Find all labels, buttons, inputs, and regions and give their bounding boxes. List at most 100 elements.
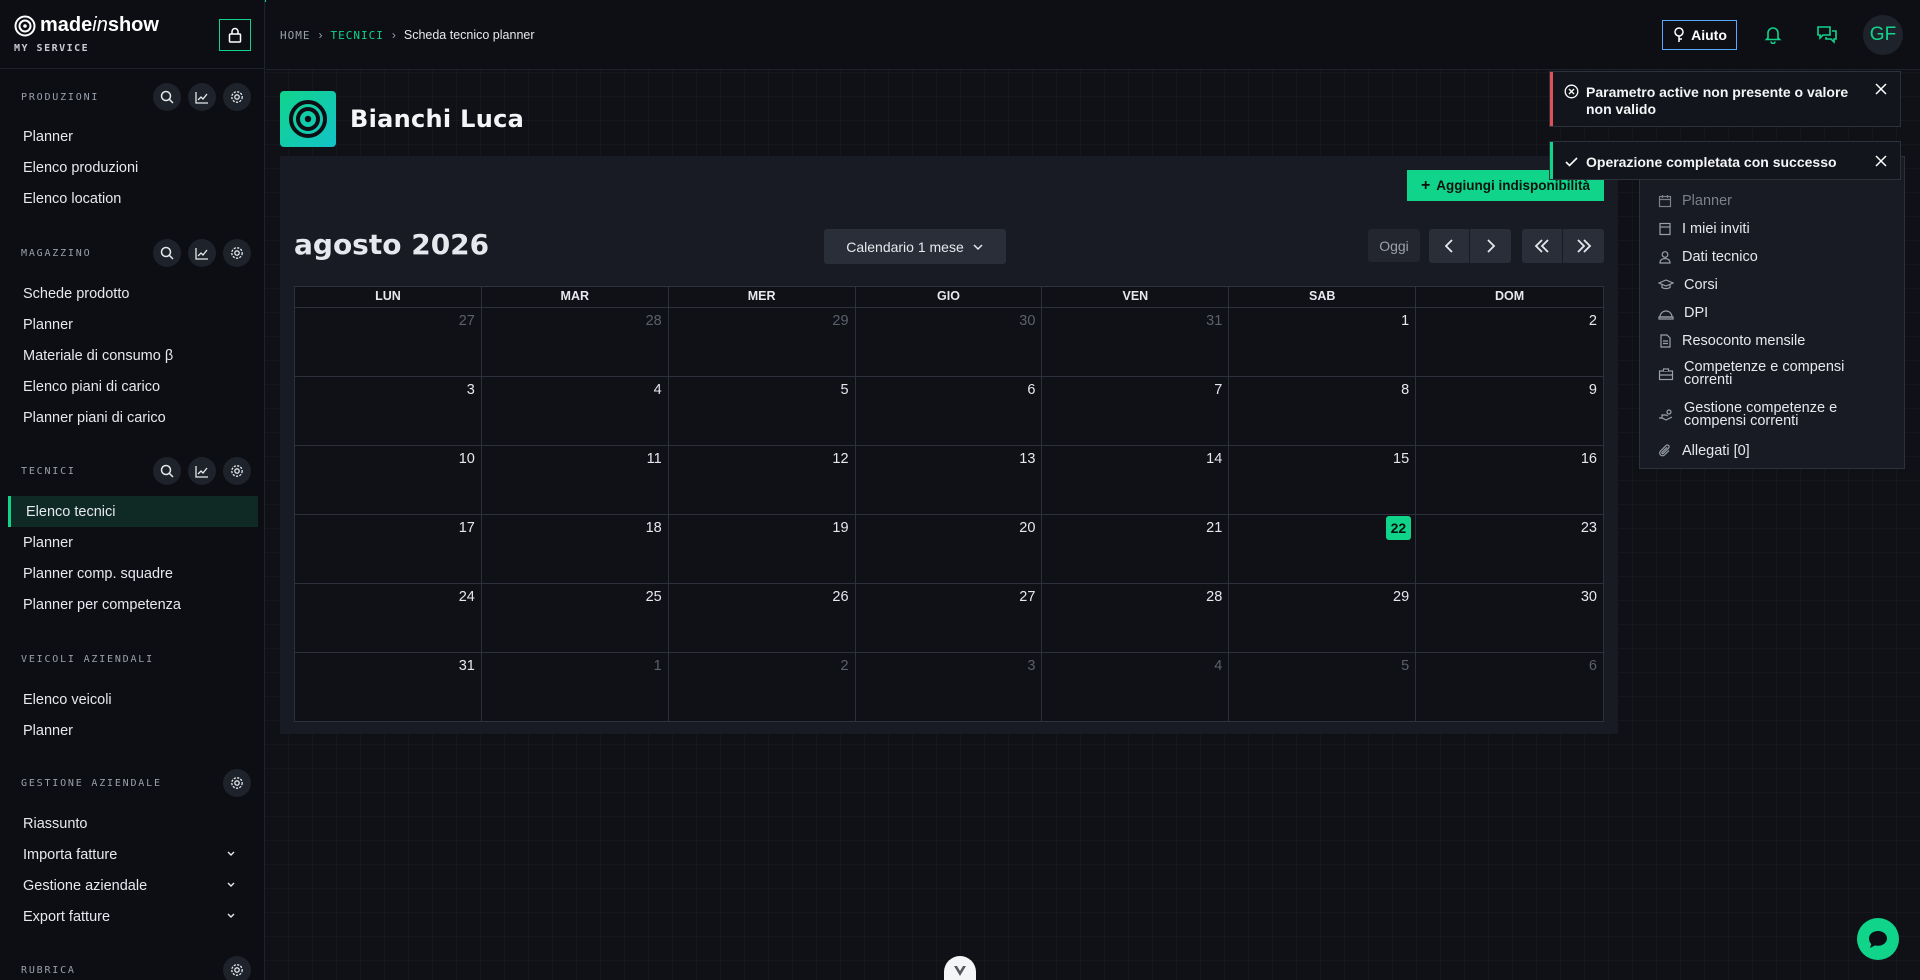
next-year-button[interactable]	[1563, 229, 1604, 263]
day-cell[interactable]: 20	[855, 514, 1043, 583]
day-cell[interactable]: 8	[1229, 376, 1417, 445]
sidebar-item-riassunto[interactable]: Riassunto	[0, 808, 264, 839]
day-cell[interactable]: 9	[1416, 376, 1603, 445]
notifications-button[interactable]	[1763, 24, 1783, 49]
side-menu-miei-inviti[interactable]: I miei inviti	[1658, 221, 1750, 237]
magazzino-settings-button[interactable]	[223, 239, 251, 267]
day-cell[interactable]: 4	[1042, 652, 1230, 721]
day-cell[interactable]: 29	[1229, 583, 1417, 652]
day-cell[interactable]: 18	[481, 514, 669, 583]
day-cell[interactable]: 24	[295, 583, 482, 652]
day-cell[interactable]: 19	[668, 514, 856, 583]
sidebar-item-elenco-veicoli[interactable]: Elenco veicoli	[0, 684, 264, 715]
day-cell[interactable]: 2	[668, 652, 856, 721]
day-cell[interactable]: 25	[481, 583, 669, 652]
day-cell[interactable]: 30	[855, 307, 1043, 376]
day-cell[interactable]: 31	[1042, 307, 1230, 376]
day-cell[interactable]: 1	[1229, 307, 1417, 376]
today-button[interactable]: Oggi	[1368, 229, 1420, 262]
day-cell[interactable]: 31	[295, 652, 482, 721]
tecnici-settings-button[interactable]	[223, 457, 251, 485]
side-menu-dati-tecnico[interactable]: Dati tecnico	[1658, 249, 1758, 265]
day-cell[interactable]: 7	[1042, 376, 1230, 445]
dev-tools-toggle[interactable]	[944, 956, 976, 980]
previous-month-button[interactable]	[1429, 229, 1470, 263]
breadcrumb-tecnici[interactable]: TECNICI	[331, 29, 384, 42]
day-cell[interactable]: 11	[481, 445, 669, 514]
side-menu-competenze-compensi[interactable]: Competenze e compensi correnti	[1658, 360, 1874, 387]
produzioni-stats-button[interactable]	[188, 83, 216, 111]
sidebar-item-planner-per-competenza[interactable]: Planner per competenza	[0, 589, 264, 620]
day-cell[interactable]: 4	[481, 376, 669, 445]
day-cell[interactable]: 3	[855, 652, 1043, 721]
help-button[interactable]: Aiuto	[1662, 20, 1737, 50]
previous-year-button[interactable]	[1522, 229, 1563, 263]
side-menu-corsi[interactable]: Corsi	[1658, 277, 1718, 293]
day-cell[interactable]: 27	[855, 583, 1043, 652]
day-cell[interactable]: 26	[668, 583, 856, 652]
day-cell[interactable]: 6	[1416, 652, 1603, 721]
sidebar-item-planner-veicoli[interactable]: Planner	[0, 715, 264, 746]
day-cell[interactable]: 12	[668, 445, 856, 514]
side-menu-dpi[interactable]: DPI	[1658, 305, 1708, 321]
day-cell[interactable]: 17	[295, 514, 482, 583]
day-cell[interactable]: 21	[1042, 514, 1230, 583]
day-cell[interactable]: 16	[1416, 445, 1603, 514]
day-cell[interactable]: 1	[481, 652, 669, 721]
next-month-button[interactable]	[1470, 229, 1511, 263]
breadcrumb-home[interactable]: HOME	[280, 29, 311, 42]
sidebar-item-planner-piani-carico[interactable]: Planner piani di carico	[0, 402, 264, 433]
day-cell[interactable]: 27	[295, 307, 482, 376]
close-icon[interactable]	[1874, 154, 1888, 168]
sidebar-item-elenco-tecnici[interactable]: Elenco tecnici	[8, 496, 258, 527]
day-cell[interactable]: 6	[855, 376, 1043, 445]
sidebar-item-schede-prodotto[interactable]: Schede prodotto	[0, 278, 264, 309]
sidebar-item-planner-produzioni[interactable]: Planner	[0, 121, 264, 152]
sidebar-item-export-fatture[interactable]: Export fatture	[0, 901, 264, 932]
calendar-view-select[interactable]: Calendario 1 mese	[824, 229, 1006, 264]
gestione-settings-button[interactable]	[223, 769, 251, 797]
day-cell[interactable]: 14	[1042, 445, 1230, 514]
day-cell[interactable]: 5	[668, 376, 856, 445]
day-cell[interactable]: 5	[1229, 652, 1417, 721]
magazzino-stats-button[interactable]	[188, 239, 216, 267]
support-chat-button[interactable]	[1857, 918, 1899, 960]
sidebar-item-planner-tecnici[interactable]: Planner	[0, 527, 264, 558]
day-cell[interactable]: 30	[1416, 583, 1603, 652]
brand-logo[interactable]: made in show MY SERVICE	[14, 14, 159, 54]
sidebar-item-materiale-consumo[interactable]: Materiale di consumo β	[0, 340, 264, 371]
day-cell[interactable]: 10	[295, 445, 482, 514]
day-cell[interactable]: 2	[1416, 307, 1603, 376]
day-cell[interactable]: 23	[1416, 514, 1603, 583]
avatar[interactable]: GF	[1863, 15, 1903, 55]
magazzino-search-button[interactable]	[153, 239, 181, 267]
day-cell[interactable]: 28	[481, 307, 669, 376]
rubrica-settings-button[interactable]	[223, 956, 251, 980]
sidebar-item-planner-comp-squadre[interactable]: Planner comp. squadre	[0, 558, 264, 589]
sidebar-item-importa-fatture[interactable]: Importa fatture	[0, 839, 264, 870]
sidebar-item-elenco-location[interactable]: Elenco location	[0, 183, 264, 214]
day-cell[interactable]: 13	[855, 445, 1043, 514]
toast-accent-bar	[1550, 72, 1553, 126]
tecnici-search-button[interactable]	[153, 457, 181, 485]
tecnici-stats-button[interactable]	[188, 457, 216, 485]
side-menu-allegati[interactable]: Allegati [0]	[1658, 443, 1750, 459]
side-menu-gestione-competenze[interactable]: Gestione competenze e compensi correnti	[1658, 401, 1884, 428]
day-cell[interactable]: 28	[1042, 583, 1230, 652]
day-cell[interactable]: 15	[1229, 445, 1417, 514]
day-cell-today[interactable]: 22	[1229, 514, 1417, 583]
side-menu-resoconto-mensile[interactable]: Resoconto mensile	[1658, 333, 1805, 349]
messages-button[interactable]	[1816, 24, 1838, 49]
close-icon[interactable]	[1874, 82, 1888, 96]
produzioni-search-button[interactable]	[153, 83, 181, 111]
day-cell[interactable]: 29	[668, 307, 856, 376]
sidebar-item-planner-magazzino[interactable]: Planner	[0, 309, 264, 340]
sidebar-item-elenco-produzioni[interactable]: Elenco produzioni	[0, 152, 264, 183]
sidebar-item-gestione-aziendale[interactable]: Gestione aziendale	[0, 870, 264, 901]
sidebar-item-elenco-piani-carico[interactable]: Elenco piani di carico	[0, 371, 264, 402]
side-menu-planner[interactable]: Planner	[1658, 193, 1732, 209]
produzioni-settings-button[interactable]	[223, 83, 251, 111]
lock-sidebar-button[interactable]	[219, 19, 251, 51]
toast-message: Parametro active non presente o valore n…	[1586, 84, 1849, 117]
day-cell[interactable]: 3	[295, 376, 482, 445]
